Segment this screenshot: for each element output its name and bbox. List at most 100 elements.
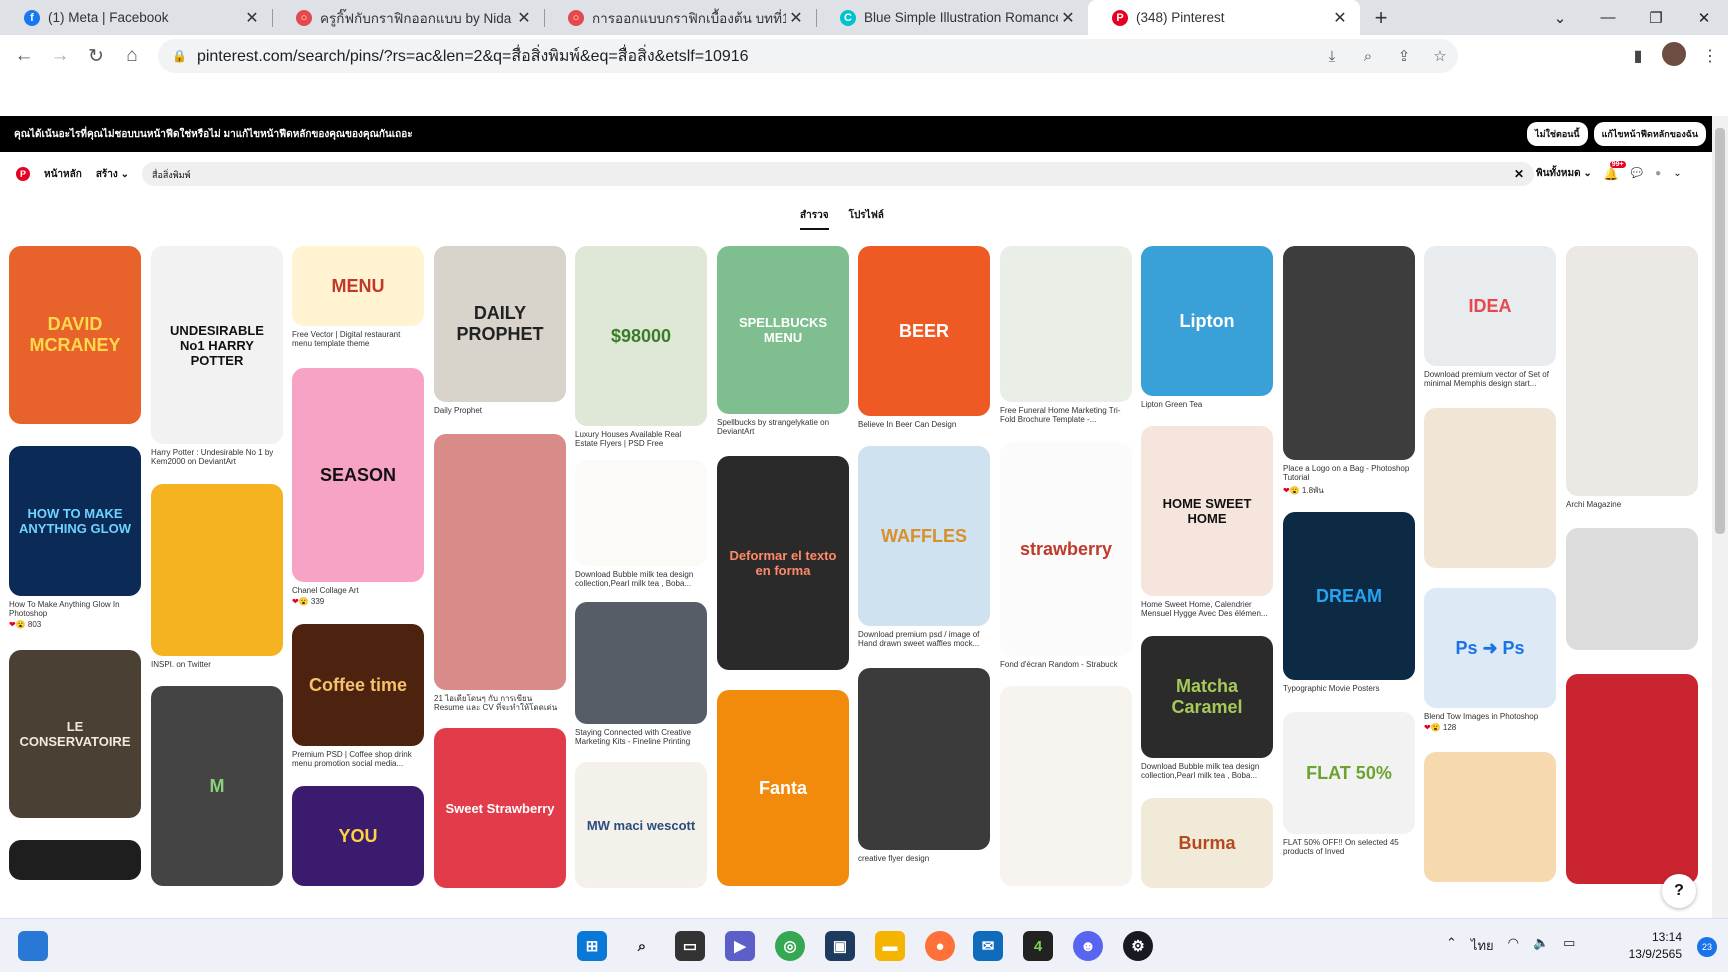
- scrollbar-thumb[interactable]: [1715, 128, 1725, 534]
- notifications-icon[interactable]: 🔔 99+: [1604, 160, 1626, 181]
- clear-search-icon[interactable]: ✕: [1514, 168, 1524, 180]
- back-icon[interactable]: ←: [6, 45, 42, 67]
- minimize-button[interactable]: —: [1584, 9, 1632, 26]
- pin-caption[interactable]: Download Bubble milk tea design collecti…: [1141, 762, 1273, 780]
- pin-card[interactable]: $98000 Luxury Houses Available Real Estat…: [575, 246, 707, 448]
- pin-image[interactable]: [1424, 408, 1556, 568]
- tab-pinterest[interactable]: P (348) Pinterest ✕: [1088, 0, 1360, 35]
- pin-caption[interactable]: Download premium psd / image of Hand dra…: [858, 630, 990, 648]
- pin-card[interactable]: Coffee time Premium PSD | Coffee shop dri…: [292, 624, 424, 768]
- pin-image[interactable]: Sweet Strawberry: [434, 728, 566, 888]
- pin-caption[interactable]: Spellbucks by strangelykatie on DeviantA…: [717, 418, 849, 436]
- chrome-icon[interactable]: ◎: [775, 931, 805, 961]
- volume-icon[interactable]: 🔈: [1533, 935, 1549, 956]
- close-icon[interactable]: ✕: [1058, 8, 1078, 28]
- pin-image[interactable]: [1566, 528, 1698, 650]
- help-button[interactable]: ?: [1662, 874, 1696, 908]
- pin-image[interactable]: Lipton: [1141, 246, 1273, 396]
- pin-card[interactable]: DREAM Typographic Movie Posters: [1283, 512, 1415, 693]
- pin-image[interactable]: [1000, 246, 1132, 402]
- pin-card[interactable]: LE CONSERVATOIRE: [9, 650, 141, 818]
- pin-image[interactable]: SPELLBUCKS MENU: [717, 246, 849, 414]
- pin-card[interactable]: Staying Connected with Creative Marketin…: [575, 602, 707, 746]
- pin-image[interactable]: FLAT 50%: [1283, 712, 1415, 834]
- tab-canva-3[interactable]: C Blue Simple Illustration Romance ✕: [816, 0, 1088, 35]
- pin-caption[interactable]: Typographic Movie Posters: [1283, 684, 1415, 693]
- tab-facebook[interactable]: f (1) Meta | Facebook ✕: [0, 0, 272, 35]
- search-icon[interactable]: ⌕: [627, 931, 657, 961]
- pin-caption[interactable]: Free Funeral Home Marketing Tri-Fold Bro…: [1000, 406, 1132, 424]
- pin-card[interactable]: [1566, 528, 1698, 650]
- pin-image[interactable]: [9, 840, 141, 880]
- pin-image[interactable]: MW maci wescott: [575, 762, 707, 888]
- pin-card[interactable]: Deformar el texto en forma: [717, 456, 849, 670]
- lock-icon[interactable]: 🔒: [172, 49, 187, 63]
- pin-image[interactable]: $98000: [575, 246, 707, 426]
- edit-home-feed-button[interactable]: แก้ไขหน้าฟีดหลักของฉัน: [1593, 122, 1706, 146]
- pin-image[interactable]: strawberry: [1000, 442, 1132, 656]
- pin-caption[interactable]: How To Make Anything Glow In Photoshop: [9, 600, 141, 618]
- pin-image[interactable]: MENU: [292, 246, 424, 326]
- pin-image[interactable]: [1283, 246, 1415, 460]
- pin-caption[interactable]: Download premium vector of Set of minima…: [1424, 370, 1556, 388]
- start-icon[interactable]: ⊞: [577, 931, 607, 961]
- pin-card[interactable]: INSPI. on Twitter: [151, 484, 283, 669]
- pin-image[interactable]: [1000, 686, 1132, 886]
- pin-image[interactable]: M: [151, 686, 283, 886]
- pin-card[interactable]: Fanta: [717, 690, 849, 886]
- new-tab-button[interactable]: +: [1366, 5, 1396, 31]
- pin-card[interactable]: Matcha Caramel Download Bubble milk tea d…: [1141, 636, 1273, 780]
- pin-image[interactable]: UNDESIRABLE No1 HARRY POTTER: [151, 246, 283, 444]
- pin-caption[interactable]: Free Vector | Digital restaurant menu te…: [292, 330, 424, 348]
- pin-image[interactable]: [1566, 674, 1698, 884]
- pin-caption[interactable]: 21 ไอเดียโดนๆ กับ การเขียน Resume และ CV…: [434, 694, 566, 712]
- pin-card[interactable]: Free Funeral Home Marketing Tri-Fold Bro…: [1000, 246, 1132, 424]
- discord-icon[interactable]: ☻: [1073, 931, 1103, 961]
- account-avatar[interactable]: ●: [1655, 168, 1661, 179]
- pin-image[interactable]: HOW TO MAKE ANYTHING GLOW: [9, 446, 141, 596]
- pin-card[interactable]: Lipton Lipton Green Tea: [1141, 246, 1273, 409]
- tab-search-icon[interactable]: ⌄: [1536, 9, 1584, 27]
- tab-canva-1[interactable]: ○ ครูกิ๊ฟกับกราฟิกออกแบบ by Nida Ch ✕: [272, 0, 544, 35]
- pin-card[interactable]: Place a Logo on a Bag - Photoshop Tutori…: [1283, 246, 1415, 497]
- pin-card[interactable]: BEER Believe In Beer Can Design: [858, 246, 990, 429]
- pin-card[interactable]: [1000, 686, 1132, 886]
- pin-card[interactable]: Ps ➜ Ps Blend Tow Images in Photoshop ❤😮 1…: [1424, 588, 1556, 732]
- profile-avatar[interactable]: [1656, 41, 1692, 71]
- pin-image[interactable]: [1424, 752, 1556, 882]
- pin-card[interactable]: UNDESIRABLE No1 HARRY POTTER Harry Potter…: [151, 246, 283, 466]
- messages-icon[interactable]: 💬: [1631, 168, 1643, 179]
- pin-card[interactable]: HOME SWEET HOME Home Sweet Home, Calendri…: [1141, 426, 1273, 618]
- pin-card[interactable]: WAFFLES Download premium psd / image of H…: [858, 446, 990, 648]
- task-view-icon[interactable]: ▭: [675, 931, 705, 961]
- pin-card[interactable]: Sweet Strawberry: [434, 728, 566, 888]
- pin-image[interactable]: Matcha Caramel: [1141, 636, 1273, 758]
- pin-card[interactable]: [1424, 752, 1556, 882]
- close-window-button[interactable]: ✕: [1680, 9, 1728, 27]
- search-input[interactable]: สื่อสิ่งพิมพ์ ✕: [142, 162, 1534, 186]
- steam-icon[interactable]: ⚙: [1123, 931, 1153, 961]
- create-menu[interactable]: สร้าง ⌄: [96, 167, 129, 182]
- app-icon[interactable]: 4: [1023, 931, 1053, 961]
- clock[interactable]: 13:14 13/9/2565: [1604, 929, 1682, 963]
- pin-card[interactable]: [1566, 674, 1698, 884]
- pin-card[interactable]: HOW TO MAKE ANYTHING GLOW How To Make Any…: [9, 446, 141, 629]
- url-text[interactable]: pinterest.com/search/pins/?rs=ac&len=2&q…: [197, 44, 1314, 69]
- pin-caption[interactable]: Daily Prophet: [434, 406, 566, 415]
- account-menu-chevron-icon[interactable]: ⌄: [1673, 168, 1681, 179]
- pin-card[interactable]: FLAT 50% FLAT 50% OFF!! On selected 45 pr…: [1283, 712, 1415, 856]
- file-explorer-icon[interactable]: ▬: [875, 931, 905, 961]
- pin-image[interactable]: Fanta: [717, 690, 849, 886]
- pin-caption[interactable]: Archi Magazine: [1566, 500, 1698, 509]
- pin-card[interactable]: DAVID MCRANEY: [9, 246, 141, 424]
- tab-profiles[interactable]: โปรไฟล์: [849, 208, 884, 230]
- pin-image[interactable]: [434, 434, 566, 690]
- page-scrollbar[interactable]: [1712, 116, 1728, 918]
- bookmark-star-icon[interactable]: ☆: [1422, 47, 1458, 65]
- pin-card[interactable]: [1424, 408, 1556, 568]
- side-panel-icon[interactable]: ▮: [1620, 46, 1656, 66]
- pin-image[interactable]: [1566, 246, 1698, 496]
- pin-image[interactable]: Coffee time: [292, 624, 424, 746]
- pin-image[interactable]: HOME SWEET HOME: [1141, 426, 1273, 596]
- pin-image[interactable]: Burma: [1141, 798, 1273, 888]
